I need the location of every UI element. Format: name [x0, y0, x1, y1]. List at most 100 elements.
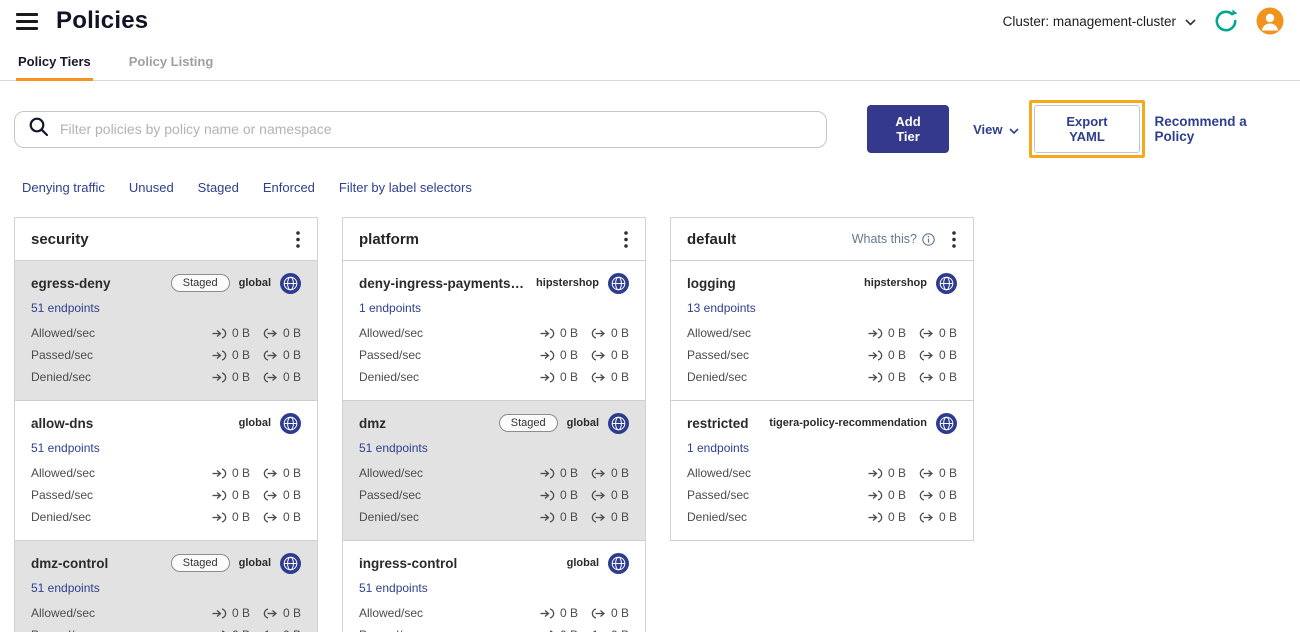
- endpoints-link[interactable]: 1 endpoints: [359, 301, 421, 315]
- add-tier-button[interactable]: Add Tier: [867, 105, 950, 153]
- ingress-value: 0 B: [231, 326, 250, 340]
- ingress-icon: [868, 511, 883, 523]
- tab-policy-listing[interactable]: Policy Listing: [127, 42, 216, 81]
- metric-values: 0 B 0 B: [540, 510, 629, 524]
- policy-top-row: allow-dns global: [31, 411, 301, 435]
- policy-top-row: deny-ingress-paymentservi... hipstershop: [359, 271, 629, 295]
- tier-header: default Whats this?: [671, 218, 973, 261]
- ingress-icon: [212, 371, 227, 383]
- tab-policy-tiers[interactable]: Policy Tiers: [16, 42, 93, 81]
- tier-help-link[interactable]: Whats this?: [852, 232, 935, 246]
- egress-value: 0 B: [938, 466, 957, 480]
- endpoints-link[interactable]: 51 endpoints: [359, 581, 428, 595]
- recommend-policy-link[interactable]: Recommend a Policy: [1155, 114, 1285, 144]
- egress-metric: 0 B: [263, 326, 301, 340]
- view-dropdown[interactable]: View: [973, 122, 1020, 137]
- metric-row: Passed/sec 0 B 0 B: [687, 484, 957, 506]
- egress-icon: [919, 489, 934, 501]
- egress-icon: [919, 327, 934, 339]
- policy-name: ingress-control: [359, 555, 458, 571]
- policy-card[interactable]: dmz Staged global 51 endpoints Allowed/sec 0 …: [343, 401, 645, 541]
- filter-by-label-selectors[interactable]: Filter by label selectors: [339, 180, 472, 195]
- egress-icon: [919, 371, 934, 383]
- policy-card[interactable]: allow-dns global 51 endpoints Allowed/sec 0 …: [15, 401, 317, 541]
- metric-values: 0 B 0 B: [540, 628, 629, 632]
- ingress-value: 0 B: [231, 488, 250, 502]
- tier-name: platform: [359, 230, 419, 248]
- policy-name: logging: [687, 275, 736, 291]
- filter-staged[interactable]: Staged: [198, 180, 239, 195]
- metric-values: 0 B 0 B: [868, 466, 957, 480]
- policy-name: egress-deny: [31, 275, 111, 291]
- ingress-metric: 0 B: [540, 466, 578, 480]
- policy-top-row: dmz Staged global: [359, 411, 629, 435]
- time-machine-icon[interactable]: [1212, 7, 1240, 35]
- ingress-metric: 0 B: [540, 326, 578, 340]
- metric-values: 0 B 0 B: [540, 466, 629, 480]
- metric-label: Passed/sec: [359, 348, 422, 362]
- endpoints-link[interactable]: 51 endpoints: [31, 581, 100, 595]
- metric-label: Allowed/sec: [31, 606, 96, 620]
- filter-enforced[interactable]: Enforced: [263, 180, 315, 195]
- endpoints-link[interactable]: 51 endpoints: [31, 441, 100, 455]
- egress-icon: [263, 349, 278, 361]
- globe-icon: [936, 272, 957, 294]
- metric-values: 0 B 0 B: [868, 488, 957, 502]
- egress-icon: [919, 349, 934, 361]
- metric-label: Denied/sec: [359, 510, 420, 524]
- tier-header: platform: [343, 218, 645, 261]
- user-avatar[interactable]: [1256, 7, 1284, 35]
- hamburger-menu-icon[interactable]: [16, 12, 38, 30]
- egress-icon: [263, 467, 278, 479]
- endpoints-link[interactable]: 1 endpoints: [687, 441, 749, 455]
- filter-unused[interactable]: Unused: [129, 180, 174, 195]
- policy-card[interactable]: egress-deny Staged global 51 endpoints Allow…: [15, 261, 317, 401]
- egress-icon: [591, 349, 606, 361]
- metric-values: 0 B 0 B: [212, 326, 301, 340]
- policy-filter-searchbox[interactable]: [14, 110, 827, 148]
- ingress-icon: [540, 467, 555, 479]
- policy-scope-label: hipstershop: [864, 277, 927, 289]
- endpoints-link[interactable]: 13 endpoints: [687, 301, 756, 315]
- tier-menu-button[interactable]: [621, 229, 631, 250]
- app-header: Policies Cluster: management-cluster: [0, 0, 1300, 42]
- export-yaml-button[interactable]: Export YAML: [1034, 105, 1140, 153]
- metric-row: Allowed/sec 0 B 0 B: [359, 602, 629, 624]
- policy-meta: hipstershop: [536, 272, 629, 294]
- ingress-metric: 0 B: [540, 488, 578, 502]
- metric-label: Passed/sec: [687, 348, 750, 362]
- ingress-value: 0 B: [559, 348, 578, 362]
- ingress-metric: 0 B: [540, 370, 578, 384]
- egress-metric: 0 B: [591, 370, 629, 384]
- metric-row: Denied/sec 0 B 0 B: [359, 506, 629, 528]
- metric-row: Denied/sec 0 B 0 B: [359, 366, 629, 388]
- ingress-icon: [540, 371, 555, 383]
- cluster-selector[interactable]: Cluster: management-cluster: [1003, 14, 1196, 29]
- policy-card[interactable]: ingress-control global 51 endpoints Allowed…: [343, 541, 645, 632]
- policy-card[interactable]: restricted tigera-policy-recommendation 1 …: [671, 401, 973, 540]
- globe-icon: [280, 412, 301, 434]
- egress-icon: [263, 511, 278, 523]
- policy-card[interactable]: dmz-control Staged global 51 endpoints Allow…: [15, 541, 317, 632]
- filter-denying-traffic[interactable]: Denying traffic: [22, 180, 105, 195]
- endpoints-link[interactable]: 51 endpoints: [359, 441, 428, 455]
- policy-scope-label: global: [566, 557, 599, 569]
- metric-label: Denied/sec: [31, 370, 92, 384]
- tier-header: security: [15, 218, 317, 261]
- search-input[interactable]: [60, 121, 813, 137]
- egress-metric: 0 B: [263, 606, 301, 620]
- policy-meta: hipstershop: [864, 272, 957, 294]
- tier-menu-button[interactable]: [949, 229, 959, 250]
- ingress-value: 0 B: [232, 628, 250, 632]
- policy-card[interactable]: logging hipstershop 13 endpoints Allowed/se…: [671, 261, 973, 401]
- endpoints-link[interactable]: 51 endpoints: [31, 301, 100, 315]
- tier-menu-button[interactable]: [293, 229, 303, 250]
- info-icon: [922, 232, 935, 246]
- policy-scope-label: global: [566, 417, 599, 429]
- policy-name: allow-dns: [31, 415, 94, 431]
- metric-label: Passed/sec: [31, 488, 94, 502]
- metric-label: Passed/sec: [359, 488, 422, 502]
- ingress-metric: 0 B: [868, 466, 906, 480]
- policy-card[interactable]: deny-ingress-paymentservi... hipstershop 1…: [343, 261, 645, 401]
- ingress-metric: 0 B: [540, 606, 578, 620]
